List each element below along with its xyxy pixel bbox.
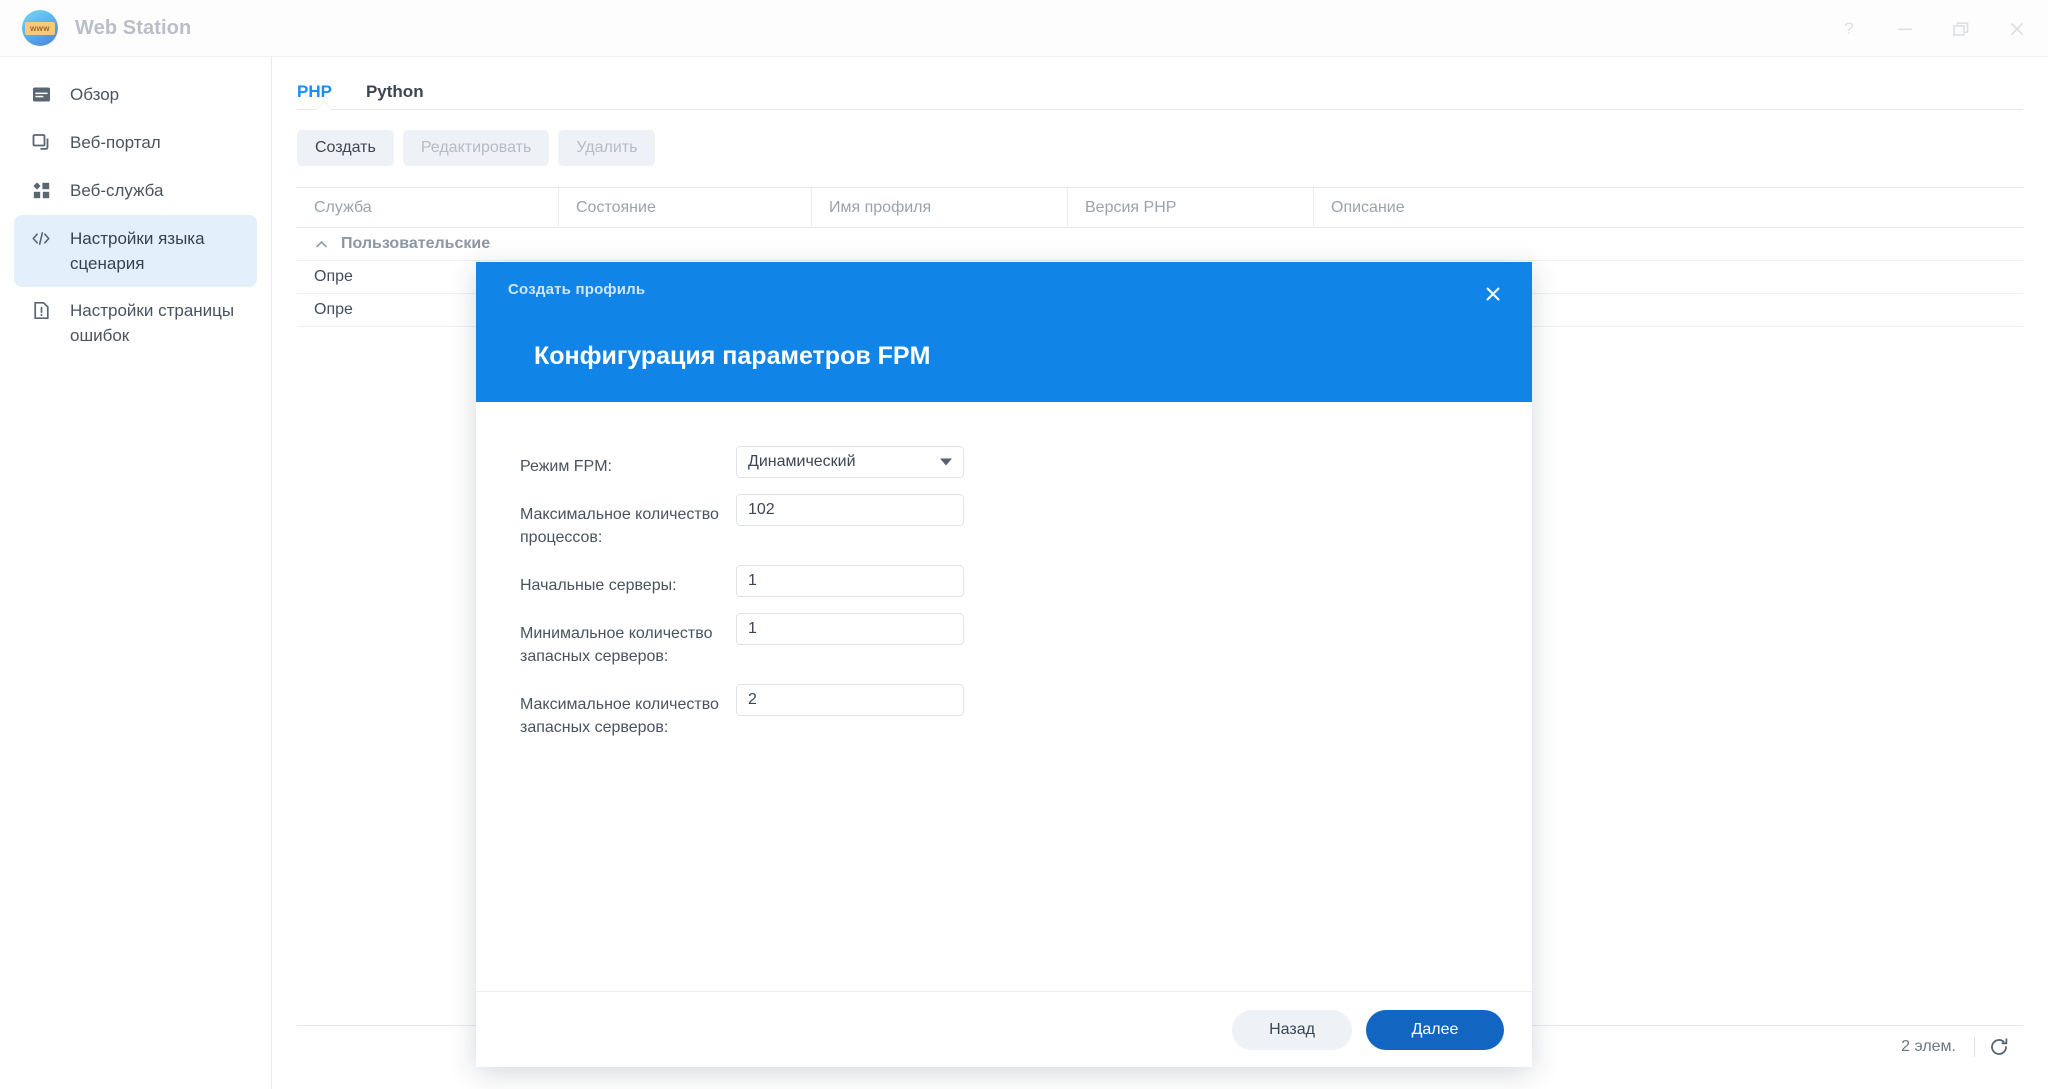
max-processes-input[interactable] [736,494,964,526]
field-fpm-mode: Режим FPM: Динамический [476,446,1532,478]
fpm-mode-value: Динамический [748,453,856,470]
edit-button[interactable]: Редактировать [402,130,550,166]
table-header-row: Служба Состояние Имя профиля Версия PHP … [297,187,2023,228]
sidebar: Обзор Веб-портал Веб-служба Настройки яз… [0,57,272,1089]
dialog-eyebrow: Создать профиль [508,281,646,298]
field-label: Максимальное количество запасных серверо… [520,696,719,736]
web-portal-icon [30,131,52,153]
sidebar-item-label: Настройки языка сценария [70,229,205,273]
active-tab-caret-icon [316,102,332,110]
field-label: Максимальное количество процессов: [520,506,719,546]
sidebar-item-label: Обзор [70,85,120,104]
app-title: Web Station [75,16,192,39]
column-header-php-version[interactable]: Версия PHP [1068,187,1314,228]
refresh-icon[interactable] [1975,1026,2023,1068]
table-group-row[interactable]: Пользовательские [297,228,2023,261]
web-service-icon [30,179,52,201]
field-max-processes: Максимальное количество процессов: [476,494,1532,549]
tab-python[interactable]: Python [366,82,424,111]
fpm-mode-select[interactable]: Динамический [736,446,964,478]
app-logo-icon: www [22,10,58,46]
dialog-header: Создать профиль Конфигурация параметров … [476,262,1532,402]
svg-text:?: ? [1844,19,1853,38]
sidebar-item-label: Веб-портал [70,133,161,152]
create-button[interactable]: Создать [297,130,394,166]
sidebar-item-error-page[interactable]: Настройки страницы ошибок [14,287,257,359]
sidebar-item-web-service[interactable]: Веб-служба [14,167,257,215]
item-count-label: 2 элем. [1901,1037,1956,1055]
create-profile-dialog: Создать профиль Конфигурация параметров … [476,262,1532,1067]
sidebar-item-label: Настройки страницы ошибок [70,301,235,345]
back-button[interactable]: Назад [1232,1009,1352,1050]
overview-icon [30,83,52,105]
delete-button[interactable]: Удалить [558,130,656,166]
group-label: Пользовательские [341,235,491,252]
close-icon[interactable] [1480,281,1506,307]
title-bar: www Web Station ? [0,0,2048,57]
field-label: Минимальное количество запасных серверов… [520,625,713,665]
next-button[interactable]: Далее [1366,1009,1504,1050]
dialog-body: Режим FPM: Динамический Максимальное кол… [476,402,1532,991]
column-header-description[interactable]: Описание [1314,188,1784,228]
field-start-servers: Начальные серверы: [476,565,1532,597]
sidebar-item-label: Веб-служба [70,181,164,200]
column-header-profile-name[interactable]: Имя профиля [812,187,1068,228]
chevron-up-icon[interactable] [314,236,330,252]
chevron-down-icon [940,458,952,466]
restore-icon[interactable] [1948,16,1974,42]
minimize-icon[interactable] [1892,16,1918,42]
help-icon[interactable]: ? [1836,16,1862,42]
max-spare-servers-input[interactable] [736,684,964,716]
app-window: www Web Station ? Обзор Веб-портал Веб-с… [0,0,2048,1089]
column-header-state[interactable]: Состояние [559,187,812,228]
window-controls: ? [1836,0,2030,57]
field-min-spare-servers: Минимальное количество запасных серверов… [476,613,1532,668]
sidebar-item-script-language[interactable]: Настройки языка сценария [14,215,257,287]
field-label: Начальные серверы: [520,577,677,594]
dialog-title: Конфигурация параметров FPM [534,342,931,370]
min-spare-servers-input[interactable] [736,613,964,645]
logo-www-badge: www [25,21,55,35]
start-servers-input[interactable] [736,565,964,597]
field-max-spare-servers: Максимальное количество запасных серверо… [476,684,1532,739]
close-icon[interactable] [2004,16,2030,42]
tab-divider [297,109,2023,110]
sidebar-item-overview[interactable]: Обзор [14,71,257,119]
toolbar: Создать Редактировать Удалить [272,111,2048,166]
error-page-icon [30,299,52,321]
tab-bar: PHP Python [272,57,2048,111]
field-label: Режим FPM: [520,458,612,475]
sidebar-item-web-portal[interactable]: Веб-портал [14,119,257,167]
column-header-service[interactable]: Служба [297,187,559,228]
script-language-icon [30,227,52,249]
dialog-footer: Назад Далее [476,991,1532,1067]
